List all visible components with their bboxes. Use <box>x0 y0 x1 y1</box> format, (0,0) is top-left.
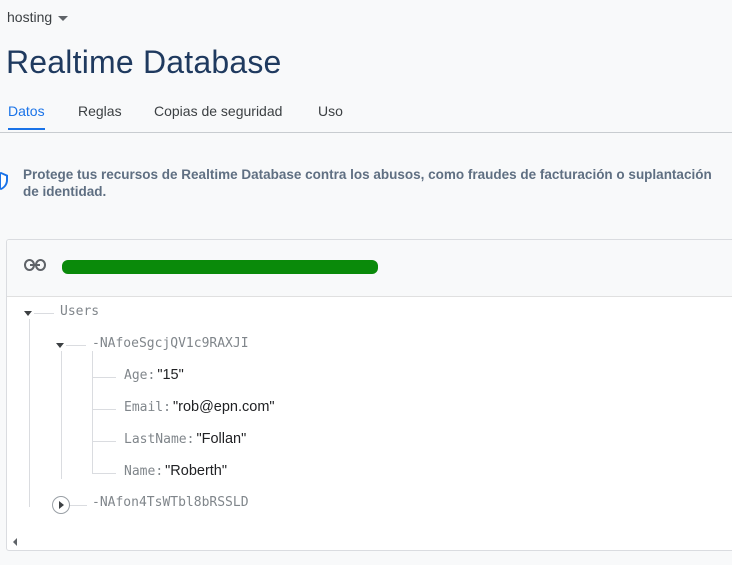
tree-node-child2[interactable]: -NAfon4TsWTbl8bRSSLD <box>92 495 249 510</box>
field-colon: : <box>147 367 156 383</box>
node-key: -NAfon4TsWTbl8bRSSLD <box>92 495 249 510</box>
expand-child2-icon[interactable] <box>52 496 70 514</box>
tree-field-email[interactable]: Email: "rob@epn.com" <box>124 399 275 415</box>
field-key: Age <box>124 367 148 383</box>
tree-field-name[interactable]: Name: "Roberth" <box>124 463 227 479</box>
collapse-child1-icon[interactable] <box>56 343 64 348</box>
tree-connector <box>92 473 116 474</box>
scroll-left-arrow-icon[interactable] <box>13 538 17 546</box>
shield-icon <box>0 172 8 190</box>
tree-connector <box>61 351 62 479</box>
project-selector[interactable]: hosting <box>7 9 69 25</box>
field-value: "15" <box>157 367 184 383</box>
tree-connector <box>92 351 93 473</box>
tree-connector <box>66 345 86 346</box>
database-panel: Users -NAfoeSgcjQV1c9RAXJI Age: "15" Ema… <box>6 239 732 551</box>
tree-connector <box>29 319 30 507</box>
field-key: LastName <box>124 431 187 447</box>
tree-connector <box>69 505 87 506</box>
node-key: Users <box>60 304 100 319</box>
field-value: "rob@epn.com" <box>172 399 275 415</box>
tab-bar: Datos Reglas Copias de seguridad Uso <box>0 96 732 133</box>
tree-connector <box>92 409 116 410</box>
field-value: "Roberth" <box>165 463 228 479</box>
tab-uso[interactable]: Uso <box>318 103 343 129</box>
chevron-down-icon <box>58 15 69 21</box>
tree-connector <box>92 377 116 378</box>
database-url-bar <box>7 240 732 297</box>
field-value: "Follan" <box>196 431 247 447</box>
tree-node-users[interactable]: Users <box>60 304 99 319</box>
node-key: -NAfoeSgcjQV1c9RAXJI <box>92 336 249 351</box>
notice-text: Protege tus recursos de Realtime Databas… <box>23 167 712 199</box>
field-colon: : <box>163 399 171 415</box>
database-url-redacted <box>62 260 378 274</box>
field-colon: : <box>155 463 164 479</box>
tree-connector <box>34 313 54 314</box>
tab-datos[interactable]: Datos <box>8 103 45 130</box>
tree-field-age[interactable]: Age: "15" <box>124 367 184 383</box>
tree-field-lastname[interactable]: LastName: "Follan" <box>124 431 246 447</box>
project-name: hosting <box>7 9 53 25</box>
tree-connector <box>92 441 116 442</box>
tab-reglas[interactable]: Reglas <box>78 103 122 129</box>
field-key: Name <box>124 463 156 479</box>
tree-node-child1[interactable]: -NAfoeSgcjQV1c9RAXJI <box>92 336 249 351</box>
field-colon: : <box>186 431 195 447</box>
field-key: Email <box>124 399 164 415</box>
collapse-users-icon[interactable] <box>24 311 32 316</box>
tab-copias-de-seguridad[interactable]: Copias de seguridad <box>154 103 282 129</box>
link-icon[interactable] <box>24 259 46 271</box>
page-title: Realtime Database <box>6 44 282 80</box>
